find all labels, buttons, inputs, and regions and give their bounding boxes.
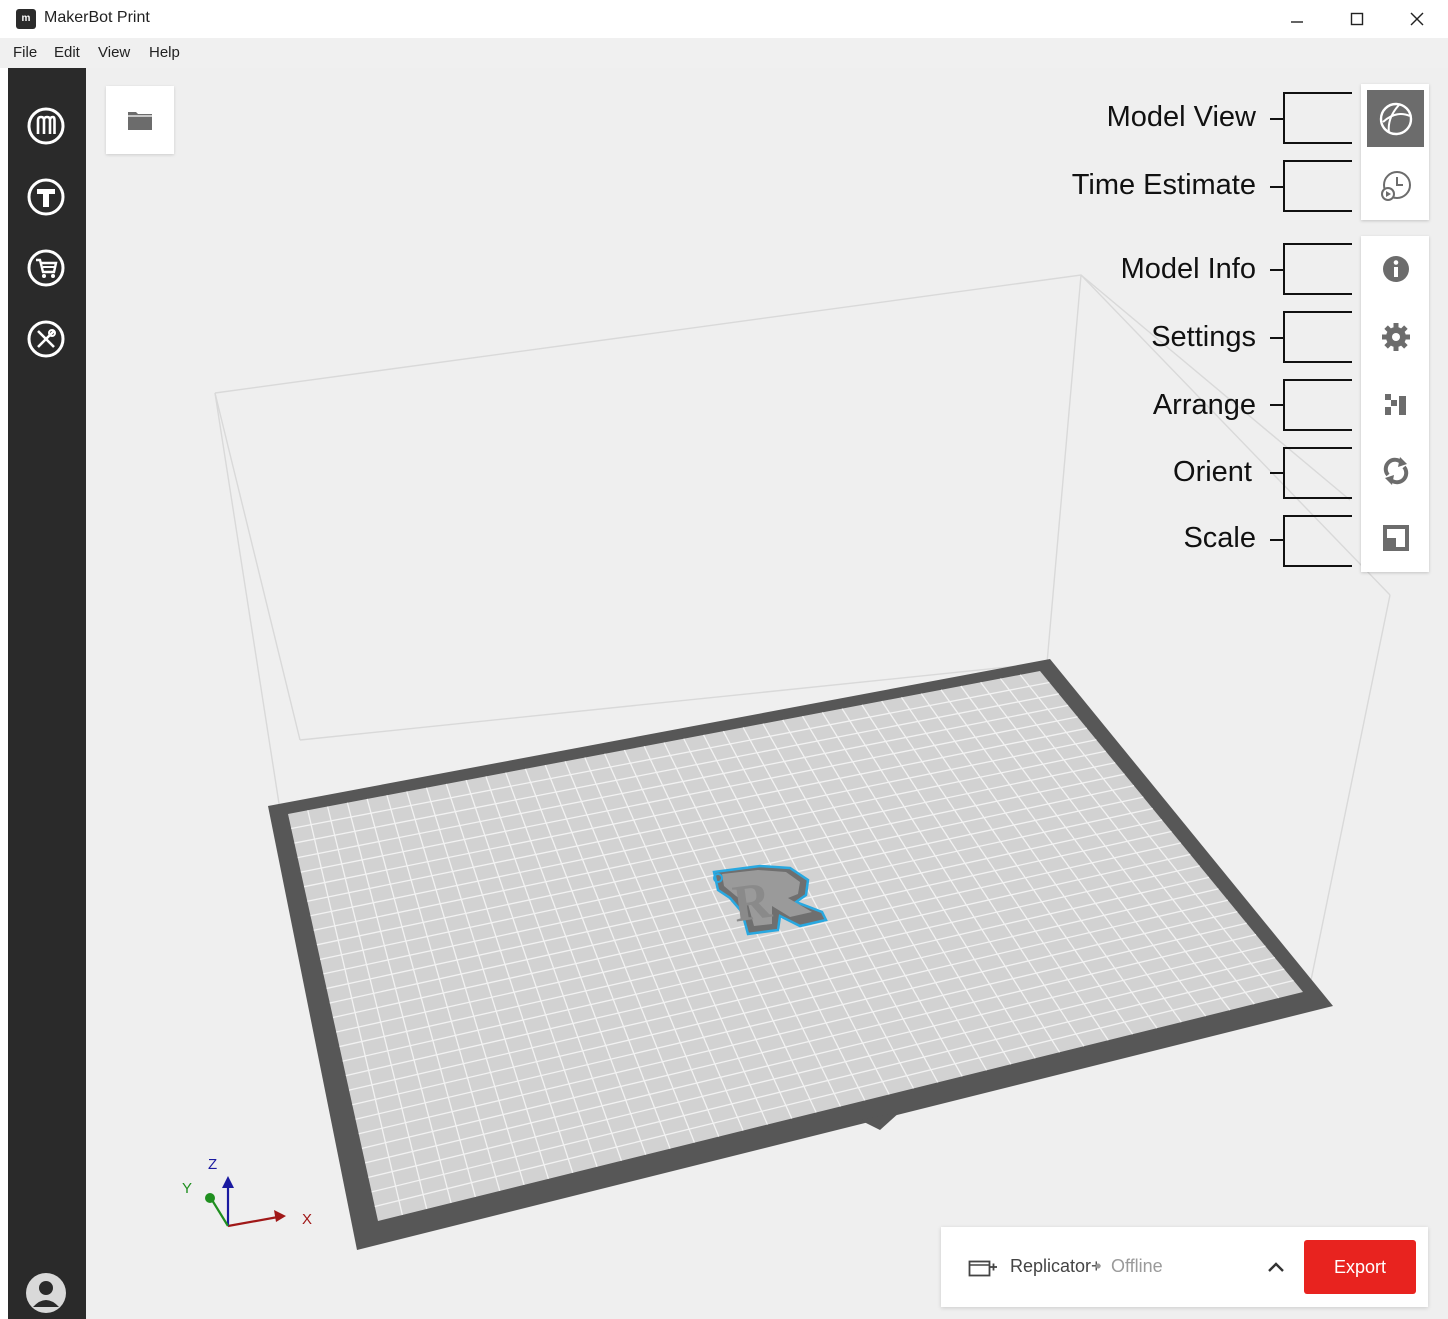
view-toolbar	[1361, 84, 1429, 220]
minimize-icon	[1291, 21, 1303, 23]
scale-icon	[1382, 524, 1409, 551]
settings-button[interactable]	[1367, 308, 1424, 365]
scale-button[interactable]	[1367, 509, 1424, 566]
window-title: MakerBot Print	[44, 9, 150, 26]
folder-icon	[128, 112, 152, 130]
sidebar-item-tools[interactable]	[26, 319, 66, 359]
export-button[interactable]: Export	[1304, 1240, 1416, 1294]
orient-button[interactable]	[1367, 442, 1424, 499]
sidebar-item-thingiverse[interactable]	[26, 177, 66, 217]
callout-scale: Scale	[1183, 522, 1256, 554]
rotate-icon	[1383, 456, 1408, 485]
chevron-up-icon[interactable]	[1266, 1257, 1286, 1277]
title-bar: m MakerBot Print	[0, 0, 1448, 38]
axis-x-label: X	[302, 1211, 313, 1228]
callout-arrange: Arrange	[1152, 389, 1256, 421]
store-cart-icon	[27, 249, 65, 287]
arrange-icon	[1384, 393, 1406, 415]
menu-edit[interactable]: Edit	[54, 44, 80, 61]
menu-view[interactable]: View	[98, 44, 130, 61]
callout-orient: Orient	[1173, 456, 1252, 488]
user-avatar-icon	[26, 1273, 66, 1313]
callout-model-info: Model Info	[1120, 253, 1256, 285]
account-button[interactable]	[26, 1273, 66, 1313]
sidebar-item-store[interactable]	[26, 248, 66, 288]
open-file-button[interactable]	[106, 86, 174, 154]
info-icon	[1382, 255, 1409, 282]
minimize-button[interactable]	[1267, 0, 1327, 38]
printer-separator: •	[1095, 1256, 1102, 1276]
clock-play-icon	[1380, 170, 1411, 201]
menu-bar: File Edit View Help	[0, 38, 1448, 68]
arrange-button[interactable]	[1367, 376, 1424, 433]
makerbot-logo-icon	[27, 107, 65, 145]
maximize-icon	[1350, 12, 1364, 26]
thingiverse-icon	[27, 178, 65, 216]
axis-gizmo	[205, 1176, 286, 1228]
callout-time-estimate: Time Estimate	[1071, 169, 1256, 201]
menu-help[interactable]: Help	[149, 44, 180, 61]
makerbot-logo-icon: m	[16, 9, 36, 29]
model-view-button[interactable]	[1367, 90, 1424, 147]
sphere-icon	[1379, 102, 1412, 135]
printer-status: Offline	[1111, 1256, 1163, 1276]
printer-name[interactable]: Replicator+	[1010, 1256, 1102, 1277]
close-icon	[1410, 12, 1424, 26]
menu-file[interactable]: File	[13, 44, 37, 61]
gear-icon	[1381, 322, 1410, 351]
edit-toolbar	[1361, 236, 1429, 572]
close-button[interactable]	[1387, 0, 1447, 38]
tools-icon	[27, 320, 65, 358]
sidebar-item-makerbot[interactable]	[26, 106, 66, 146]
model-info-button[interactable]	[1367, 240, 1424, 297]
left-sidebar	[8, 68, 86, 1319]
printer-bar: Replicator+ • Offline Export	[941, 1227, 1428, 1307]
axis-y-label: Y	[182, 1180, 193, 1197]
maximize-button[interactable]	[1327, 0, 1387, 38]
callout-settings: Settings	[1151, 321, 1256, 353]
time-estimate-button[interactable]	[1367, 157, 1424, 214]
printer-add-icon	[968, 1260, 997, 1277]
callout-model-view: Model View	[1106, 101, 1256, 133]
axis-z-label: Z	[208, 1156, 218, 1173]
